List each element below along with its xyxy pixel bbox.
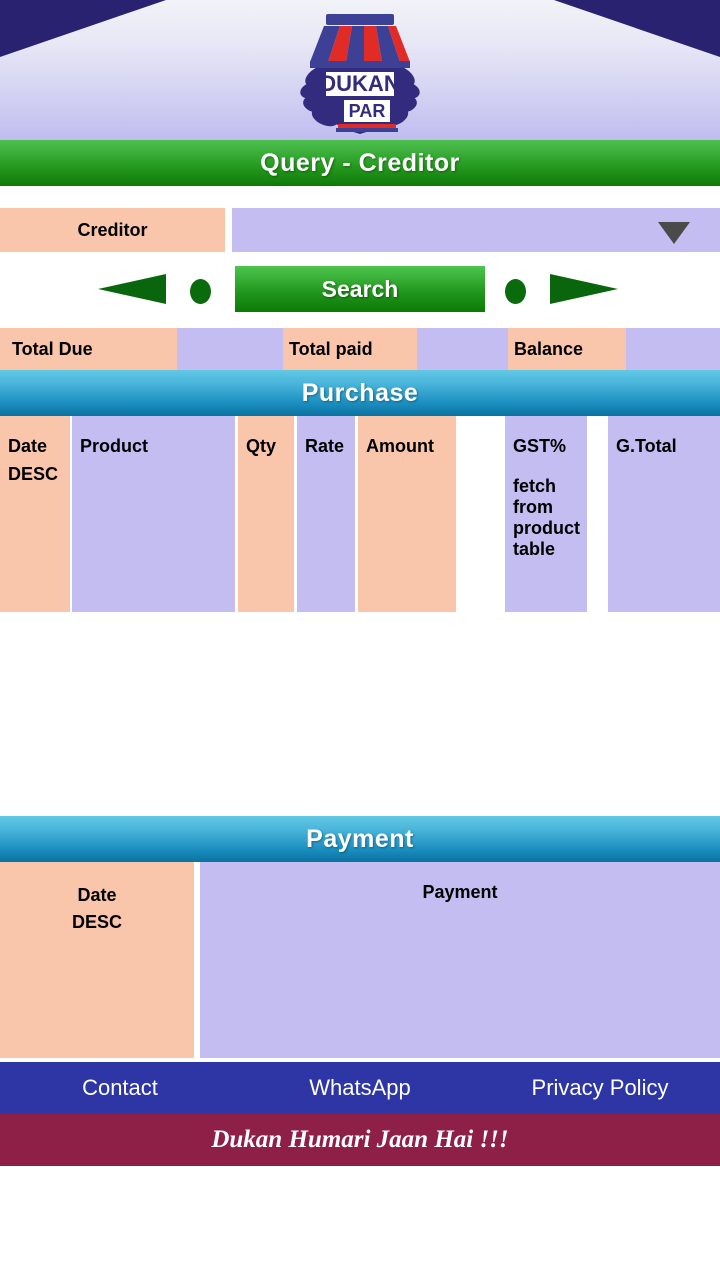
decorative-triangle-left: [0, 0, 166, 57]
app-logo-banner: DUKAN PAR: [0, 0, 720, 140]
decorative-triangle-right: [554, 0, 720, 57]
purchase-col-gst: GST% fetch from product table: [505, 416, 587, 612]
page-title: Query - Creditor: [0, 140, 720, 186]
total-due-label: Total Due: [0, 328, 177, 370]
footer-link-privacy-policy[interactable]: Privacy Policy: [480, 1075, 720, 1101]
creditor-dropdown[interactable]: [232, 208, 720, 252]
footer-link-contact[interactable]: Contact: [0, 1075, 240, 1101]
dot-icon-left[interactable]: [190, 279, 211, 304]
chevron-down-icon: [658, 222, 690, 244]
payment-col-date-sublabel: DESC: [71, 912, 122, 932]
purchase-col-date-sublabel: DESC: [8, 464, 59, 484]
payment-col-amount-label: Payment: [422, 882, 498, 902]
purchase-col-gtotal: G.Total: [608, 416, 720, 612]
footer-navigation: Contact WhatsApp Privacy Policy: [0, 1062, 720, 1114]
payment-table: Date DESC Payment: [0, 862, 720, 1062]
dot-icon-right[interactable]: [505, 279, 526, 304]
totals-summary-row: Total Due Total paid Balance: [0, 328, 720, 370]
creditor-field-label: Creditor: [0, 208, 225, 252]
purchase-col-amount: Amount: [358, 416, 456, 612]
purchase-col-date: Date DESC: [0, 416, 70, 612]
payment-col-amount: Payment: [200, 862, 720, 1058]
purchase-col-amount-label: Amount: [366, 436, 434, 456]
payment-col-date: Date DESC: [0, 862, 194, 1058]
svg-text:DUKAN: DUKAN: [320, 71, 399, 96]
purchase-col-gst-note: fetch from product table: [513, 476, 580, 559]
purchase-col-date-label: Date: [8, 436, 48, 456]
search-controls-row: Search: [0, 264, 720, 314]
purchase-col-gst-label: GST%: [513, 436, 567, 456]
search-button[interactable]: Search: [235, 266, 485, 312]
total-paid-label: Total paid: [283, 328, 417, 370]
purchase-col-rate: Rate: [297, 416, 355, 612]
footer-tagline: Dukan Humari Jaan Hai !!!: [0, 1114, 720, 1166]
purchase-col-qty: Qty: [238, 416, 294, 612]
purchase-section-header: Purchase: [0, 370, 720, 416]
purchase-col-qty-label: Qty: [246, 436, 277, 456]
triangle-right-icon[interactable]: [550, 274, 618, 304]
purchase-col-product: Product: [72, 416, 235, 612]
payment-section-header: Payment: [0, 816, 720, 862]
triangle-left-icon[interactable]: [98, 274, 166, 304]
dukan-par-logo: DUKAN PAR: [290, 4, 430, 138]
footer-link-whatsapp[interactable]: WhatsApp: [240, 1075, 480, 1101]
purchase-col-gtotal-label: G.Total: [616, 436, 677, 456]
svg-text:PAR: PAR: [349, 101, 386, 121]
purchase-col-rate-label: Rate: [305, 436, 345, 456]
creditor-select-row: Creditor: [0, 208, 720, 252]
purchase-col-product-label: Product: [80, 436, 149, 456]
balance-label: Balance: [508, 328, 626, 370]
payment-col-date-label: Date: [77, 885, 117, 905]
purchase-table: Date DESC Product Qty Rate Amount GST% f…: [0, 416, 720, 816]
